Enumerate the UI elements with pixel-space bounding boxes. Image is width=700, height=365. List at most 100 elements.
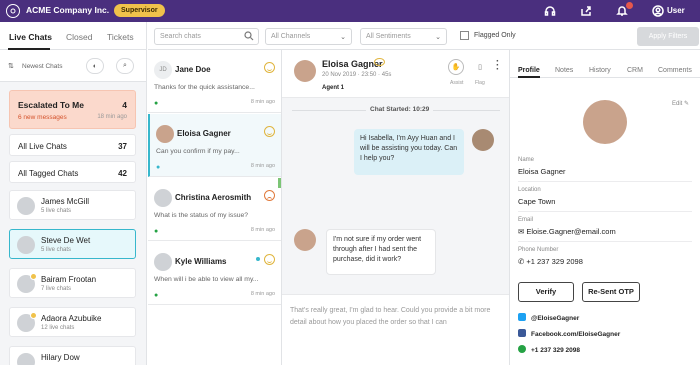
status-dot xyxy=(30,273,37,280)
twitter-icon xyxy=(518,313,526,321)
whatsapp-number: +1 237 329 2098 xyxy=(531,347,580,354)
company-name: ACME Company Inc. xyxy=(26,5,110,15)
sentiments-dropdown[interactable]: All Sentiments ⌄ xyxy=(360,28,447,45)
escalated-card[interactable]: Escalated To Me 4 6 new messages 18 min … xyxy=(9,90,136,129)
search-icon[interactable]: ⌕ xyxy=(116,58,134,74)
left-panel: Live Chats Closed Tickets ⇅ Newest Chats… xyxy=(0,22,147,365)
phone-value: ✆ +1 237 329 2098 xyxy=(518,257,583,266)
all-live-count: 37 xyxy=(118,142,127,151)
chat-preview: Thanks for the quick assistance... xyxy=(154,84,255,91)
agent-sub: 5 live chats xyxy=(41,208,72,214)
agent-card[interactable]: James McGill 5 live chats xyxy=(9,190,136,220)
agent-name: James McGill xyxy=(41,197,90,206)
assist-label: Assist xyxy=(450,80,464,86)
tab-profile[interactable]: Profile xyxy=(518,67,540,74)
verify-button[interactable]: Verify xyxy=(518,282,574,302)
share-icon[interactable] xyxy=(579,4,593,18)
top-bar: ACME Company Inc. Supervisor User xyxy=(0,0,700,22)
phone-label: Phone Number xyxy=(518,247,559,253)
flagged-label[interactable]: Flagged Only xyxy=(474,32,516,39)
agent-card[interactable]: Hilary Dow xyxy=(9,346,136,365)
more-icon[interactable]: · · · xyxy=(496,57,499,75)
flag-label: Flag xyxy=(475,80,485,86)
role-badge[interactable]: Supervisor xyxy=(114,4,165,17)
all-live-label: All Live Chats xyxy=(18,142,67,151)
chevron-down-icon: ⌄ xyxy=(340,34,346,41)
sort-row: ⇅ Newest Chats ◐ ⌕ xyxy=(0,50,146,82)
whatsapp-icon xyxy=(518,345,526,353)
toggle-icon[interactable]: ◐ xyxy=(86,58,104,74)
avatar xyxy=(17,236,35,254)
divider xyxy=(518,241,692,242)
chat-name: Jane Doe xyxy=(175,65,211,74)
assist-icon[interactable]: ✋ xyxy=(448,59,464,75)
list-item-selected[interactable]: Eloisa Gagner Can you confirm if my pay.… xyxy=(148,114,281,177)
channels-value: All Channels xyxy=(271,33,311,40)
channels-dropdown[interactable]: All Channels ⌄ xyxy=(265,28,352,45)
flag-marker xyxy=(278,178,281,188)
tab-notes[interactable]: Notes xyxy=(555,67,573,74)
profile-panel: Profile Notes History CRM Comments Edit … xyxy=(510,50,700,365)
bookmark-icon[interactable]: ▯ xyxy=(472,59,488,75)
list-item[interactable]: Christina Aerosmith What is the status o… xyxy=(148,178,281,241)
location-label: Location xyxy=(518,187,541,193)
agent-card[interactable]: Bairam Frootan 7 live chats xyxy=(9,268,136,298)
edit-button[interactable]: Edit ✎ xyxy=(672,100,689,107)
agent-card-selected[interactable]: Steve De Wet 5 live chats xyxy=(9,229,136,259)
all-live-chats[interactable]: All Live Chats 37 xyxy=(9,134,136,156)
agent-card[interactable]: Adaora Azubuike 12 live chats xyxy=(9,307,136,337)
escalated-sub: 6 new messages xyxy=(18,114,67,121)
filter-bar: Search chats All Channels ⌄ All Sentiment… xyxy=(148,22,700,50)
escalated-title: Escalated To Me xyxy=(18,100,84,110)
chat-time: 8 min ago xyxy=(250,99,275,105)
conversation-header: Eloisa Gagner 20 Nov 2019 · 23:50 · 45s … xyxy=(282,50,509,98)
avatar xyxy=(294,229,316,251)
avatar xyxy=(17,353,35,365)
agent-sub: 5 live chats xyxy=(41,247,72,253)
duration: 23:50 xyxy=(361,72,377,78)
all-tagged-label: All Tagged Chats xyxy=(18,169,79,178)
message-composer[interactable]: That's really great, I'm glad to hear. C… xyxy=(282,294,509,365)
name-value: Eloisa Gagner xyxy=(518,167,566,176)
agent-name: Adaora Azubuike xyxy=(41,314,102,323)
all-tagged-chats[interactable]: All Tagged Chats 42 xyxy=(9,161,136,183)
whatsapp-icon: ● xyxy=(154,100,159,107)
flagged-checkbox[interactable] xyxy=(460,31,469,40)
wait-time: 45s xyxy=(381,72,392,78)
headset-icon[interactable] xyxy=(543,4,557,18)
user-label[interactable]: User xyxy=(667,6,685,15)
twitter-row[interactable]: @EloiseGagner xyxy=(518,313,579,322)
tab-tickets[interactable]: Tickets xyxy=(107,32,134,42)
tab-comments[interactable]: Comments xyxy=(658,67,692,74)
sort-label[interactable]: Newest Chats xyxy=(22,63,62,70)
location-value: Cape Town xyxy=(518,197,556,206)
apply-filters-button[interactable]: Apply Filters xyxy=(637,27,699,46)
avatar xyxy=(472,129,494,151)
tab-crm[interactable]: CRM xyxy=(627,67,643,74)
tab-closed[interactable]: Closed xyxy=(66,32,92,42)
facebook-row[interactable]: Facebook.com/EloiseGagner xyxy=(518,329,620,338)
all-tagged-count: 42 xyxy=(118,169,127,178)
avatar xyxy=(156,125,174,143)
tab-history[interactable]: History xyxy=(589,67,611,74)
eye-icon[interactable] xyxy=(374,58,385,66)
whatsapp-row[interactable]: +1 237 329 2098 xyxy=(518,345,580,354)
chat-preview: When will i be able to view all my... xyxy=(154,276,259,283)
user-icon[interactable] xyxy=(651,4,665,18)
chat-time: 8 min ago xyxy=(250,163,275,169)
facebook-icon xyxy=(518,329,526,337)
edit-label: Edit xyxy=(672,101,683,107)
date: 20 Nov 2019 xyxy=(322,72,357,78)
tab-live-chats[interactable]: Live Chats xyxy=(9,32,52,42)
avatar xyxy=(154,189,172,207)
list-item[interactable]: Kyle Williams When will i be able to vie… xyxy=(148,242,281,305)
list-item[interactable]: JD Jane Doe Thanks for the quick assista… xyxy=(148,50,281,113)
avatar xyxy=(154,253,172,271)
agent-name: Hilary Dow xyxy=(41,353,80,362)
resend-otp-button[interactable]: Re-Sent OTP xyxy=(582,282,640,302)
chat-name: Christina Aerosmith xyxy=(175,193,252,202)
sort-icon[interactable]: ⇅ xyxy=(8,62,14,70)
agent-sub: 7 live chats xyxy=(41,286,72,292)
agent-sub: 12 live chats xyxy=(41,325,75,331)
sentiment-icon xyxy=(264,254,275,265)
